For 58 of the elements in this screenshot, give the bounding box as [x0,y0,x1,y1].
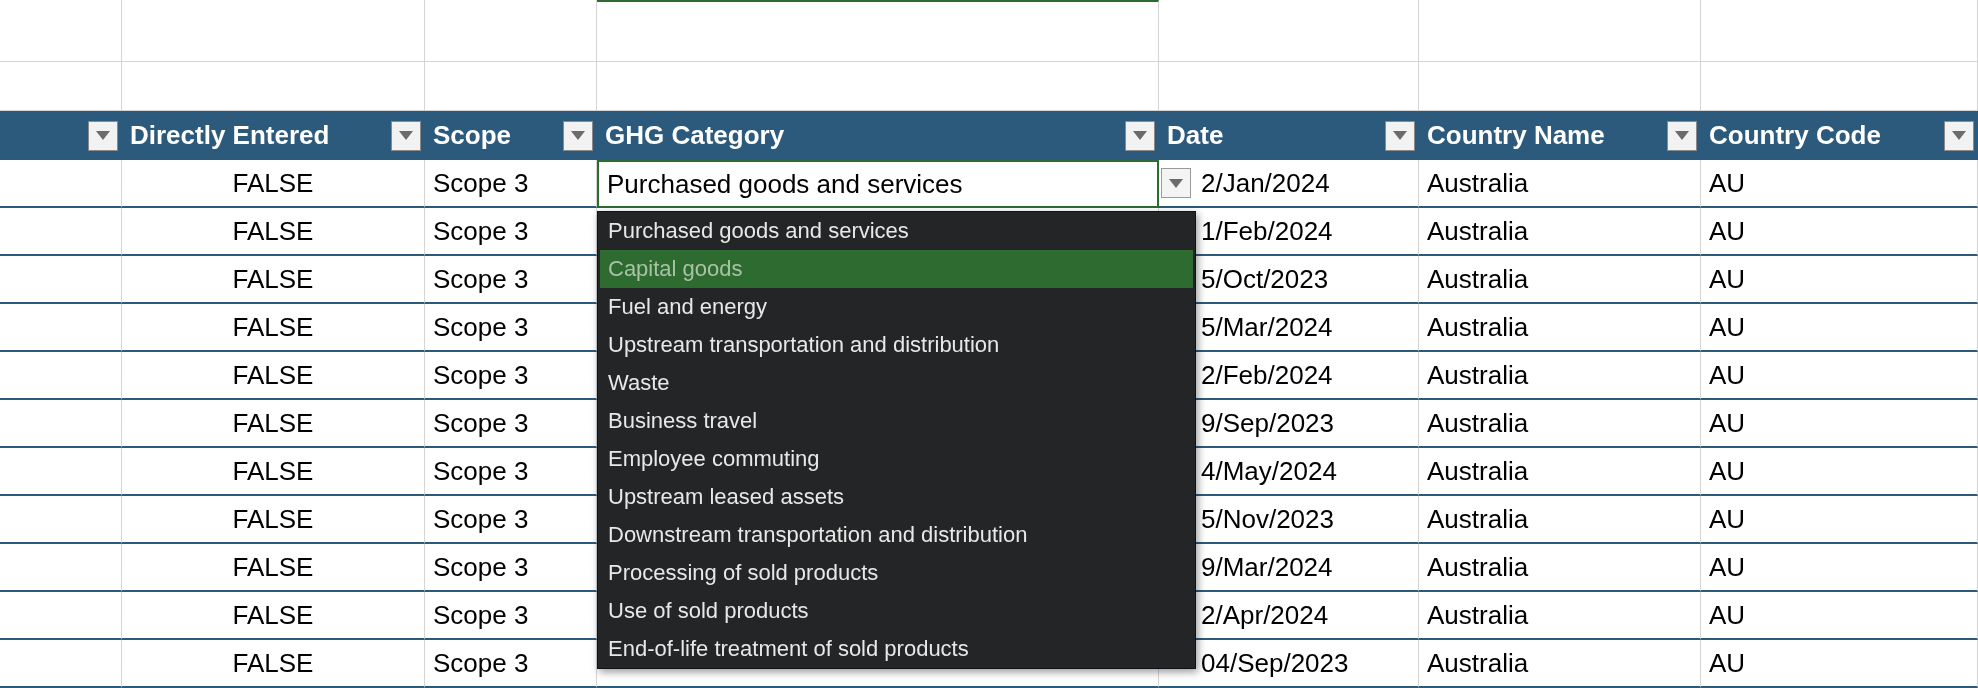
filter-button[interactable] [1944,120,1974,151]
caret-icon [96,131,110,140]
cell-text: Purchased goods and services [607,168,963,200]
column-header: Country Code [1709,120,1881,151]
table-cell: Australia [1419,208,1701,256]
table-cell: Australia [1419,256,1701,304]
table-cell: FALSE [122,448,425,496]
table-cell: FALSE [122,544,425,592]
table-cell: FALSE [122,304,425,352]
table-cell: AU [1701,352,1978,400]
table-cell: 2/Jan/2024 [1159,160,1419,208]
table-cell: FALSE [122,256,425,304]
column-header: Date [1167,120,1224,151]
column-header: Country Name [1427,120,1605,151]
table-cell: Australia [1419,592,1701,640]
caret-icon [1169,178,1183,188]
table-cell: AU [1701,304,1978,352]
table-cell: Australia [1419,352,1701,400]
filter-button[interactable] [1125,120,1155,151]
table-cell: AU [1701,640,1978,688]
table-cell: FALSE [122,352,425,400]
filter-button[interactable] [1667,120,1697,151]
table-cell: AU [1701,256,1978,304]
table-cell: FALSE [122,496,425,544]
table-cell: Australia [1419,160,1701,208]
filter-button[interactable] [391,120,421,151]
caret-icon [1675,131,1689,140]
filter-button[interactable] [1385,120,1415,151]
filter-button[interactable] [563,120,593,151]
table-cell: AU [1701,592,1978,640]
column-header: GHG Category [605,120,785,151]
table-cell: Australia [1419,400,1701,448]
table-cell: AU [1701,496,1978,544]
caret-icon [571,131,585,140]
table-cell: FALSE [122,640,425,688]
table-cell: AU [1701,160,1978,208]
column-header: Directly Entered [130,120,330,151]
table-cell: FALSE [122,400,425,448]
table-cell: FALSE [122,160,425,208]
table-cell: Australia [1419,448,1701,496]
caret-icon [1952,131,1966,140]
table-cell: Australia [1419,304,1701,352]
table-cell: AU [1701,400,1978,448]
dropdown-button[interactable] [1161,168,1191,198]
table-cell: AU [1701,544,1978,592]
table-cell: Australia [1419,640,1701,688]
table-cell: AU [1701,448,1978,496]
caret-icon [1393,131,1407,140]
caret-icon [1133,131,1147,140]
table-cell: AU [1701,208,1978,256]
table-cell: Australia [1419,496,1701,544]
caret-icon [399,131,413,140]
table-cell: FALSE [122,592,425,640]
table-cell: FALSE [122,208,425,256]
table-cell: Australia [1419,544,1701,592]
table-cell: Scope 3 [425,160,597,208]
column-header: Scope [433,120,512,151]
filter-button[interactable] [88,120,118,151]
